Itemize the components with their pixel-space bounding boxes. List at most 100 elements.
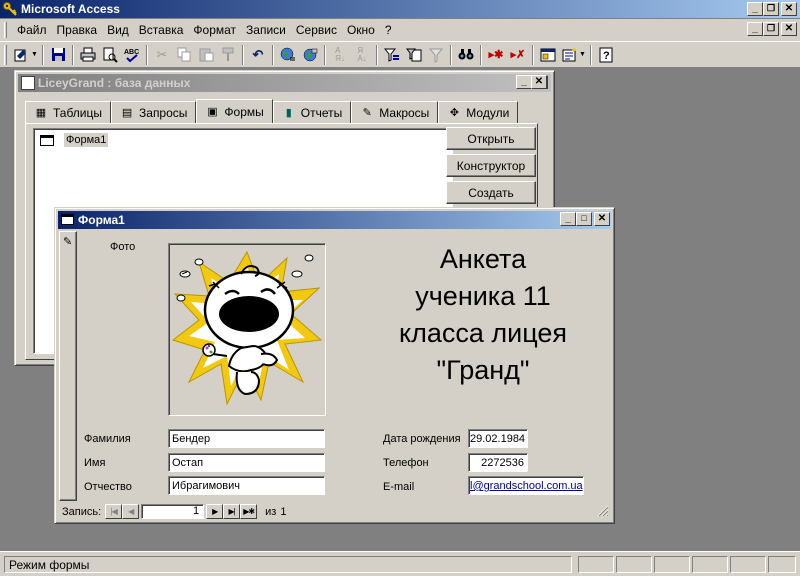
record-total: 1: [280, 505, 287, 518]
db-close-button[interactable]: ✕: [531, 75, 547, 89]
tab-tables[interactable]: ▦ Таблицы: [25, 101, 112, 123]
save-icon[interactable]: [47, 44, 69, 66]
menu-help[interactable]: ?: [381, 23, 398, 37]
menu-file[interactable]: Файл: [13, 23, 53, 37]
filter-by-selection-icon[interactable]: [381, 44, 403, 66]
form-window: Форма1 _ □ ✕ ✎ Фото Анкета ученика 11 кл…: [54, 207, 615, 524]
form-window-titlebar[interactable]: Форма1: [58, 211, 611, 229]
form-maximize-button[interactable]: □: [576, 212, 592, 226]
apply-filter-icon[interactable]: [425, 44, 447, 66]
menu-records[interactable]: Записи: [242, 23, 292, 37]
tab-macros[interactable]: ✎ Макросы: [351, 101, 439, 123]
record-label: Запись:: [62, 505, 102, 518]
phone-field[interactable]: 2272536: [468, 453, 528, 472]
menu-grip[interactable]: [4, 22, 7, 38]
format-painter-icon[interactable]: [217, 44, 239, 66]
delete-record-icon[interactable]: ▸✗: [507, 44, 529, 66]
menu-edit[interactable]: Правка: [53, 23, 104, 37]
app-close-button[interactable]: ✕: [781, 2, 797, 16]
database-window-icon[interactable]: [537, 44, 559, 66]
find-icon[interactable]: [455, 44, 477, 66]
status-cell: [654, 556, 690, 573]
form-icon: [61, 214, 74, 225]
status-bar: Режим формы: [0, 551, 800, 576]
form-minimize-button[interactable]: _: [560, 212, 576, 226]
list-item[interactable]: Форма1: [40, 133, 109, 147]
record-number-field[interactable]: 1: [141, 504, 205, 519]
name-label: Имя: [84, 457, 106, 469]
menu-format[interactable]: Формат: [189, 23, 242, 37]
record-navigator: Запись: |◀ ◀ 1 ▶ ▶| ▶✱ из 1: [59, 503, 595, 520]
spelling-icon[interactable]: ABC: [121, 44, 143, 66]
help-icon[interactable]: ?: [595, 44, 617, 66]
print-preview-icon[interactable]: [99, 44, 121, 66]
new-record-icon[interactable]: ▸✱: [485, 44, 507, 66]
form-heading: Анкета ученика 11 класса лицея "Гранд": [328, 241, 638, 389]
toolbar-separator: [450, 44, 452, 65]
hyperlink-icon[interactable]: [277, 44, 299, 66]
app-title: Microsoft Access: [21, 2, 120, 16]
size-grip-icon[interactable]: [595, 503, 612, 520]
sort-ascending-icon[interactable]: А Я↓: [329, 44, 351, 66]
filter-by-form-icon[interactable]: [403, 44, 425, 66]
name-field[interactable]: Остап: [168, 453, 325, 472]
doc-restore-button[interactable]: ❐: [763, 22, 779, 36]
svg-text:?: ?: [603, 50, 610, 62]
toolbar-separator: [42, 44, 44, 65]
record-selector[interactable]: ✎: [59, 231, 77, 501]
database-window-titlebar[interactable]: LiceyGrand : база данных _ □: [18, 74, 551, 92]
menu-tools[interactable]: Сервис: [292, 23, 343, 37]
surname-field[interactable]: Бендер: [168, 429, 325, 448]
new-object-icon[interactable]: [559, 44, 581, 66]
toolbar-grip[interactable]: [4, 44, 7, 65]
menu-insert[interactable]: Вставка: [135, 23, 190, 37]
undo-icon[interactable]: ↶: [247, 44, 269, 66]
view-icon[interactable]: [11, 44, 33, 66]
form-icon: [40, 134, 54, 146]
email-hyperlink[interactable]: l@grandschool.com.ua: [470, 480, 583, 492]
sort-descending-icon[interactable]: Я А↓: [351, 44, 373, 66]
app-titlebar: Microsoft Access _ ❐ ✕: [0, 0, 800, 18]
doc-close-button[interactable]: ✕: [781, 22, 797, 36]
database-window-title: LiceyGrand : база данных: [38, 76, 191, 90]
photo-frame[interactable]: [168, 243, 326, 416]
last-record-button[interactable]: ▶|: [223, 504, 241, 519]
form-view-toolbar: ▼ ABC ✂ ↶ А Я↓ Я А↓ ▸✱ ▸✗ ▼ ?: [0, 41, 800, 68]
toolbar-separator: [72, 44, 74, 65]
web-toolbar-icon[interactable]: [299, 44, 321, 66]
print-icon[interactable]: [77, 44, 99, 66]
view-dropdown-icon[interactable]: ▼: [31, 51, 39, 58]
next-record-button[interactable]: ▶: [206, 504, 224, 519]
status-cell: [578, 556, 614, 573]
open-button[interactable]: Открыть: [446, 127, 536, 150]
query-icon: ▤: [121, 106, 133, 119]
doc-minimize-button[interactable]: _: [747, 22, 763, 36]
tab-modules[interactable]: ✥ Модули: [438, 101, 519, 123]
app-restore-button[interactable]: ❐: [763, 2, 779, 16]
menu-window[interactable]: Окно: [343, 23, 381, 37]
new-object-dropdown-icon[interactable]: ▼: [579, 51, 587, 58]
tab-forms[interactable]: ▣ Формы: [196, 99, 273, 123]
patronymic-field[interactable]: Ибрагимович: [168, 476, 325, 495]
email-field[interactable]: l@grandschool.com.ua: [468, 476, 584, 495]
design-button[interactable]: Конструктор: [446, 154, 536, 177]
toolbar-separator: [590, 44, 592, 65]
copy-icon[interactable]: [173, 44, 195, 66]
new-record-button[interactable]: ▶✱: [240, 504, 258, 519]
report-icon: ▮: [285, 106, 292, 119]
first-record-button[interactable]: |◀: [105, 504, 123, 519]
previous-record-button[interactable]: ◀: [122, 504, 140, 519]
birthdate-label: Дата рождения: [383, 433, 461, 445]
menu-view[interactable]: Вид: [103, 23, 135, 37]
db-minimize-button[interactable]: _: [516, 75, 532, 89]
status-cell: [692, 556, 728, 573]
tab-queries[interactable]: ▤ Запросы: [111, 101, 197, 123]
tab-reports[interactable]: ▮ Отчеты: [272, 101, 352, 123]
paste-icon[interactable]: [195, 44, 217, 66]
birthdate-field[interactable]: 29.02.1984: [468, 429, 528, 448]
form-close-button[interactable]: ✕: [594, 212, 610, 226]
create-button[interactable]: Создать: [446, 181, 536, 204]
app-minimize-button[interactable]: _: [747, 2, 763, 16]
cut-icon[interactable]: ✂: [151, 44, 173, 66]
macro-icon: ✎: [362, 106, 372, 119]
